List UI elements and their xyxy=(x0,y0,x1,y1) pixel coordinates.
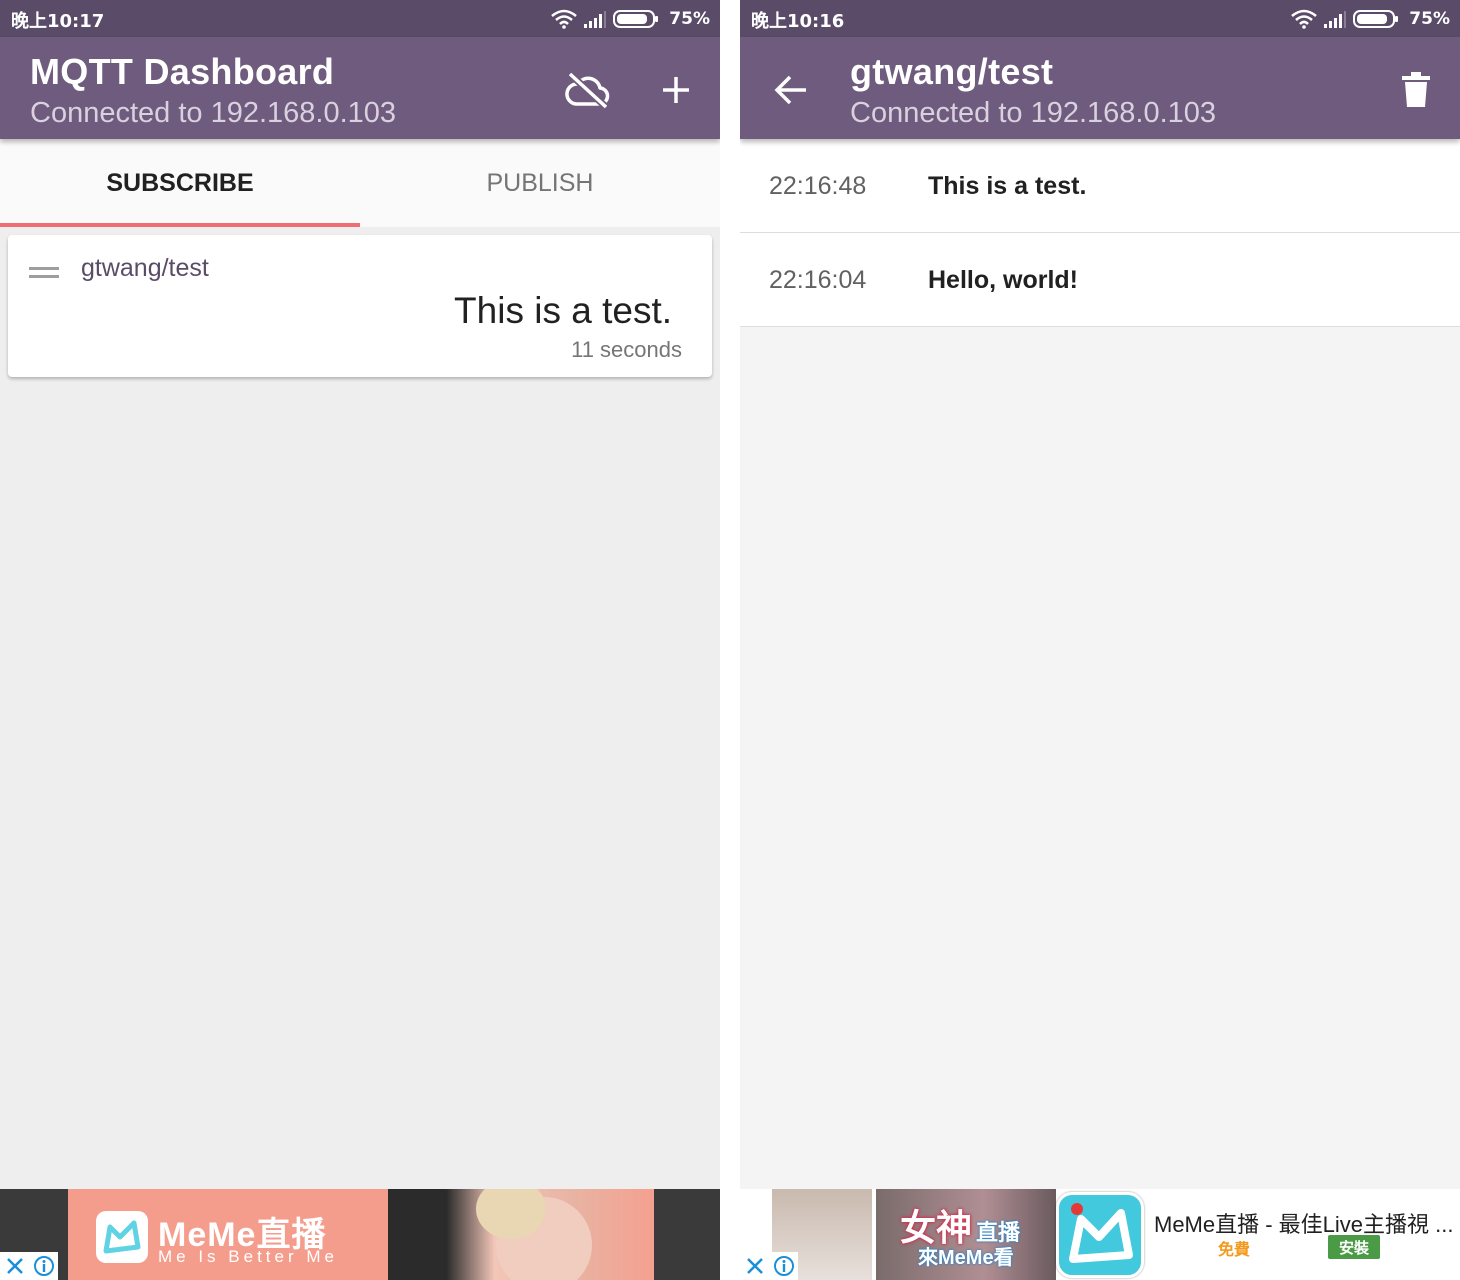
add-icon xyxy=(663,77,689,103)
ad-title[interactable]: MeMe直播 - 最佳Live主播視 ... xyxy=(1154,1207,1453,1239)
message-text: Hello, world! xyxy=(928,266,1078,294)
card-age: 11 seconds xyxy=(571,337,682,362)
wifi-icon xyxy=(1291,9,1318,29)
ad-meme-text: 來MeMe看 xyxy=(918,1247,1014,1269)
ad-tagline: Me Is Better Me xyxy=(158,1247,338,1266)
battery-icon xyxy=(613,9,659,28)
disconnect-button[interactable] xyxy=(563,65,613,115)
ad-info-button[interactable] xyxy=(29,1252,58,1280)
ad-photo xyxy=(388,1189,654,1280)
ad-install-button[interactable]: 安裝 xyxy=(1328,1235,1380,1259)
ad-controls xyxy=(0,1252,58,1280)
back-arrow-icon xyxy=(774,75,806,105)
ad-info-button[interactable] xyxy=(769,1252,798,1280)
app-bar: MQTT Dashboard Connected to 192.168.0.10… xyxy=(0,37,720,139)
info-icon xyxy=(773,1256,794,1276)
card-topic: gtwang/test xyxy=(81,254,209,282)
add-button[interactable] xyxy=(651,65,701,115)
topic-detail-screen: 晚上10:16 75% gtwang/test Connected to 192… xyxy=(740,0,1460,1280)
close-icon xyxy=(6,1258,23,1274)
status-bar: 晚上10:16 75% xyxy=(740,0,1460,37)
tab-bar: SUBSCRIBE PUBLISH xyxy=(0,139,720,227)
battery-icon xyxy=(1353,9,1399,28)
back-button[interactable] xyxy=(766,65,816,115)
signal-icon xyxy=(584,10,607,28)
tab-indicator xyxy=(0,223,360,227)
message-row[interactable]: 22:16:04 Hello, world! xyxy=(740,233,1460,327)
app-icon[interactable] xyxy=(1056,1192,1144,1278)
status-indicators: 75% xyxy=(1291,0,1450,37)
close-icon xyxy=(746,1258,763,1274)
ad-banner[interactable]: MeMe直播 Me Is Better Me xyxy=(0,1189,720,1280)
meme-logo-icon xyxy=(96,1211,148,1263)
message-time: 22:16:04 xyxy=(769,266,867,294)
card-message: This is a test. xyxy=(454,290,672,331)
battery-percent: 75% xyxy=(1409,8,1450,29)
message-row[interactable]: 22:16:48 This is a test. xyxy=(740,139,1460,233)
app-bar: gtwang/test Connected to 192.168.0.103 xyxy=(740,37,1460,139)
connection-status: Connected to 192.168.0.103 xyxy=(30,97,397,129)
ad-image[interactable]: MeMe直播 Me Is Better Me xyxy=(68,1189,654,1280)
message-list: 22:16:48 This is a test. 22:16:04 Hello,… xyxy=(740,139,1460,327)
subscription-card[interactable]: gtwang/test This is a test. 11 seconds xyxy=(8,235,712,377)
battery-percent: 75% xyxy=(669,8,710,29)
tab-publish[interactable]: PUBLISH xyxy=(360,139,720,227)
topic-title: gtwang/test xyxy=(850,51,1054,92)
message-time: 22:16:48 xyxy=(769,172,867,200)
status-bar: 晚上10:17 75% xyxy=(0,0,720,37)
signal-icon xyxy=(1324,10,1347,28)
ad-controls xyxy=(740,1252,798,1280)
app-title: MQTT Dashboard xyxy=(30,51,335,92)
status-time: 晚上10:16 xyxy=(751,11,845,32)
tab-subscribe[interactable]: SUBSCRIBE xyxy=(0,139,360,227)
delete-button[interactable] xyxy=(1391,65,1441,115)
status-indicators: 75% xyxy=(551,0,710,37)
info-icon xyxy=(33,1256,54,1276)
ad-close-button[interactable] xyxy=(0,1252,29,1280)
ad-close-button[interactable] xyxy=(740,1252,769,1280)
cloud-off-icon xyxy=(565,71,610,109)
ad-free-label: 免費 xyxy=(1218,1242,1251,1259)
connection-status: Connected to 192.168.0.103 xyxy=(850,97,1217,129)
trash-icon xyxy=(1402,72,1430,107)
wifi-icon xyxy=(551,9,578,29)
status-time: 晚上10:17 xyxy=(11,11,105,32)
dashboard-screen: 晚上10:17 75% MQTT Dashboard Connected to … xyxy=(0,0,720,1280)
drag-handle-icon[interactable] xyxy=(29,267,59,279)
message-text: This is a test. xyxy=(928,172,1087,200)
ad-banner[interactable]: 女神 直播 來MeMe看 MeMe直播 - 最佳Live主播視 ... 免費 安… xyxy=(740,1189,1460,1280)
